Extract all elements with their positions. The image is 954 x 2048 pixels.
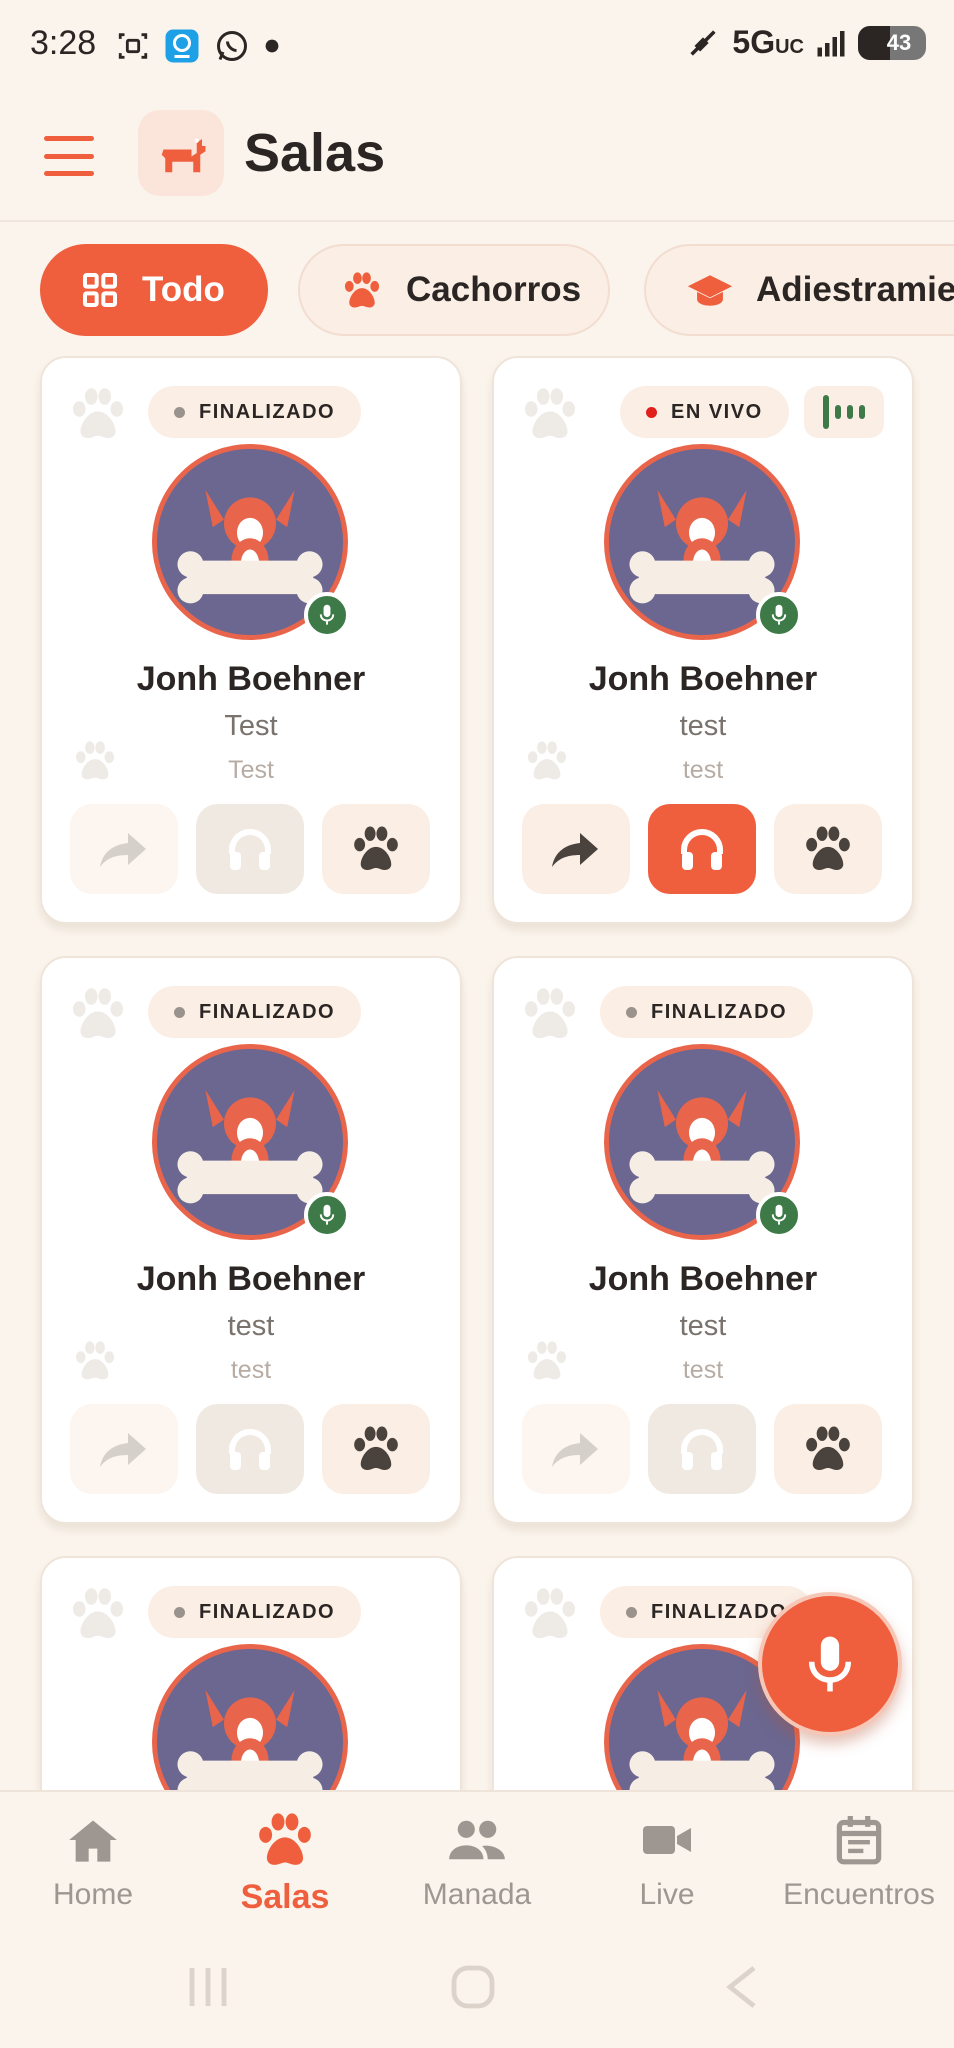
graduation-cap-icon: [686, 270, 734, 310]
room-card[interactable]: FINALIZADO Jonh Boehner test test: [40, 956, 462, 1524]
room-title: test: [679, 710, 727, 742]
paw-icon: [259, 1813, 311, 1865]
paw-decoration-icon: [68, 986, 128, 1047]
paw-decoration-icon: [520, 386, 580, 447]
rooms-grid: FINALIZADO Jonh Boehner Test Test EN VIVO Jo…: [0, 356, 954, 1790]
audio-level-icon: [804, 386, 884, 438]
filter-chip-adiestramiento[interactable]: Adiestramien: [644, 244, 954, 336]
paw-decoration-icon: [520, 986, 580, 1047]
room-title: Test: [224, 710, 278, 742]
status-badge: FINALIZADO: [148, 986, 362, 1038]
status-badge: FINALIZADO: [148, 386, 362, 438]
listen-button[interactable]: [648, 1404, 756, 1494]
mic-status-icon: [756, 1192, 802, 1238]
filter-chip-cachorros[interactable]: Cachorros: [298, 244, 610, 336]
room-subtitle: test: [230, 1356, 272, 1384]
page-title: Salas: [244, 123, 386, 183]
filter-chip-label: Adiestramien: [756, 270, 954, 309]
mic-status-icon: [304, 592, 350, 638]
host-name: Jonh Boehner: [136, 660, 366, 698]
status-bar: 3:28 5GUC 43: [0, 0, 954, 92]
status-badge: EN VIVO: [620, 386, 789, 438]
microphone-fab-button[interactable]: [758, 1592, 902, 1736]
cell-signal-icon: [817, 30, 845, 56]
notification-icons: [116, 28, 280, 64]
paw-decoration-icon: [68, 386, 128, 447]
share-button[interactable]: [70, 804, 178, 894]
nav-item-manada[interactable]: Manada: [382, 1812, 572, 1912]
signal-off-icon: [690, 29, 717, 56]
room-card[interactable]: FINALIZADO: [40, 1556, 462, 1790]
filter-chip-todo[interactable]: Todo: [40, 244, 268, 336]
network-type: 5GUC: [732, 24, 804, 60]
battery-icon: 43: [858, 25, 926, 60]
video-camera-icon: [643, 1826, 691, 1854]
nav-item-live[interactable]: Live: [572, 1812, 762, 1912]
paw-react-button[interactable]: [774, 1404, 882, 1494]
screenshot-icon: [118, 33, 148, 59]
listen-button[interactable]: [196, 804, 304, 894]
paw-react-button[interactable]: [322, 804, 430, 894]
whatsapp-icon: [217, 31, 247, 61]
nav-item-home[interactable]: Home: [0, 1812, 188, 1912]
room-card[interactable]: FINALIZADO Jonh Boehner test test: [492, 956, 914, 1524]
card-actions: [522, 1404, 882, 1494]
mic-status-icon: [756, 592, 802, 638]
card-actions: [522, 804, 882, 894]
filter-chip-label: Todo: [142, 270, 225, 309]
status-badge: FINALIZADO: [600, 986, 814, 1038]
room-title: test: [227, 1310, 275, 1342]
host-name: Jonh Boehner: [136, 1260, 366, 1298]
card-actions: [70, 1404, 430, 1494]
room-subtitle: test: [682, 1356, 724, 1384]
grid-icon: [80, 270, 120, 310]
room-card[interactable]: EN VIVO Jonh Boehner test test: [492, 356, 914, 924]
filter-chips: Todo Cachorros Adiestramien: [0, 240, 954, 340]
recent-apps-icon[interactable]: [186, 1964, 230, 2010]
share-button[interactable]: [522, 1404, 630, 1494]
home-icon: [69, 1820, 117, 1862]
microphone-icon: [808, 1636, 852, 1692]
share-button[interactable]: [70, 1404, 178, 1494]
listen-button[interactable]: [648, 804, 756, 894]
paw-decoration-icon: [520, 1586, 580, 1647]
status-badge: FINALIZADO: [148, 1586, 362, 1638]
system-icons: 5GUC 43: [686, 24, 926, 61]
back-icon[interactable]: [724, 1964, 758, 2010]
filter-chip-label: Cachorros: [406, 270, 582, 309]
paw-react-button[interactable]: [774, 804, 882, 894]
hamburger-menu-icon[interactable]: [44, 136, 94, 176]
share-button[interactable]: [522, 804, 630, 894]
group-icon: [449, 1820, 505, 1860]
mic-status-icon: [304, 1192, 350, 1238]
bottom-navigation: Home Salas Manada Live Encuentros: [0, 1790, 954, 1930]
home-button-icon[interactable]: [450, 1964, 496, 2010]
calendar-icon: [836, 1816, 882, 1865]
card-actions: [70, 804, 430, 894]
nav-item-encuentros[interactable]: Encuentros: [764, 1812, 954, 1912]
app-header: Salas: [0, 92, 954, 222]
status-time: 3:28: [30, 24, 97, 62]
dot-icon: [265, 39, 279, 53]
paw-icon: [340, 270, 384, 310]
listen-button[interactable]: [196, 1404, 304, 1494]
host-name: Jonh Boehner: [588, 1260, 818, 1298]
room-card[interactable]: FINALIZADO Jonh Boehner Test Test: [40, 356, 462, 924]
room-subtitle: Test: [228, 756, 274, 784]
nav-item-salas[interactable]: Salas: [190, 1812, 380, 1917]
avatar: [152, 1644, 348, 1790]
room-subtitle: test: [682, 756, 724, 784]
dog-logo-icon: [138, 110, 224, 196]
paw-react-button[interactable]: [322, 1404, 430, 1494]
system-navigation-bar: [0, 1930, 954, 2048]
room-title: test: [679, 1310, 727, 1342]
app-icon: [165, 29, 199, 63]
paw-decoration-icon: [68, 1586, 128, 1647]
host-name: Jonh Boehner: [588, 660, 818, 698]
